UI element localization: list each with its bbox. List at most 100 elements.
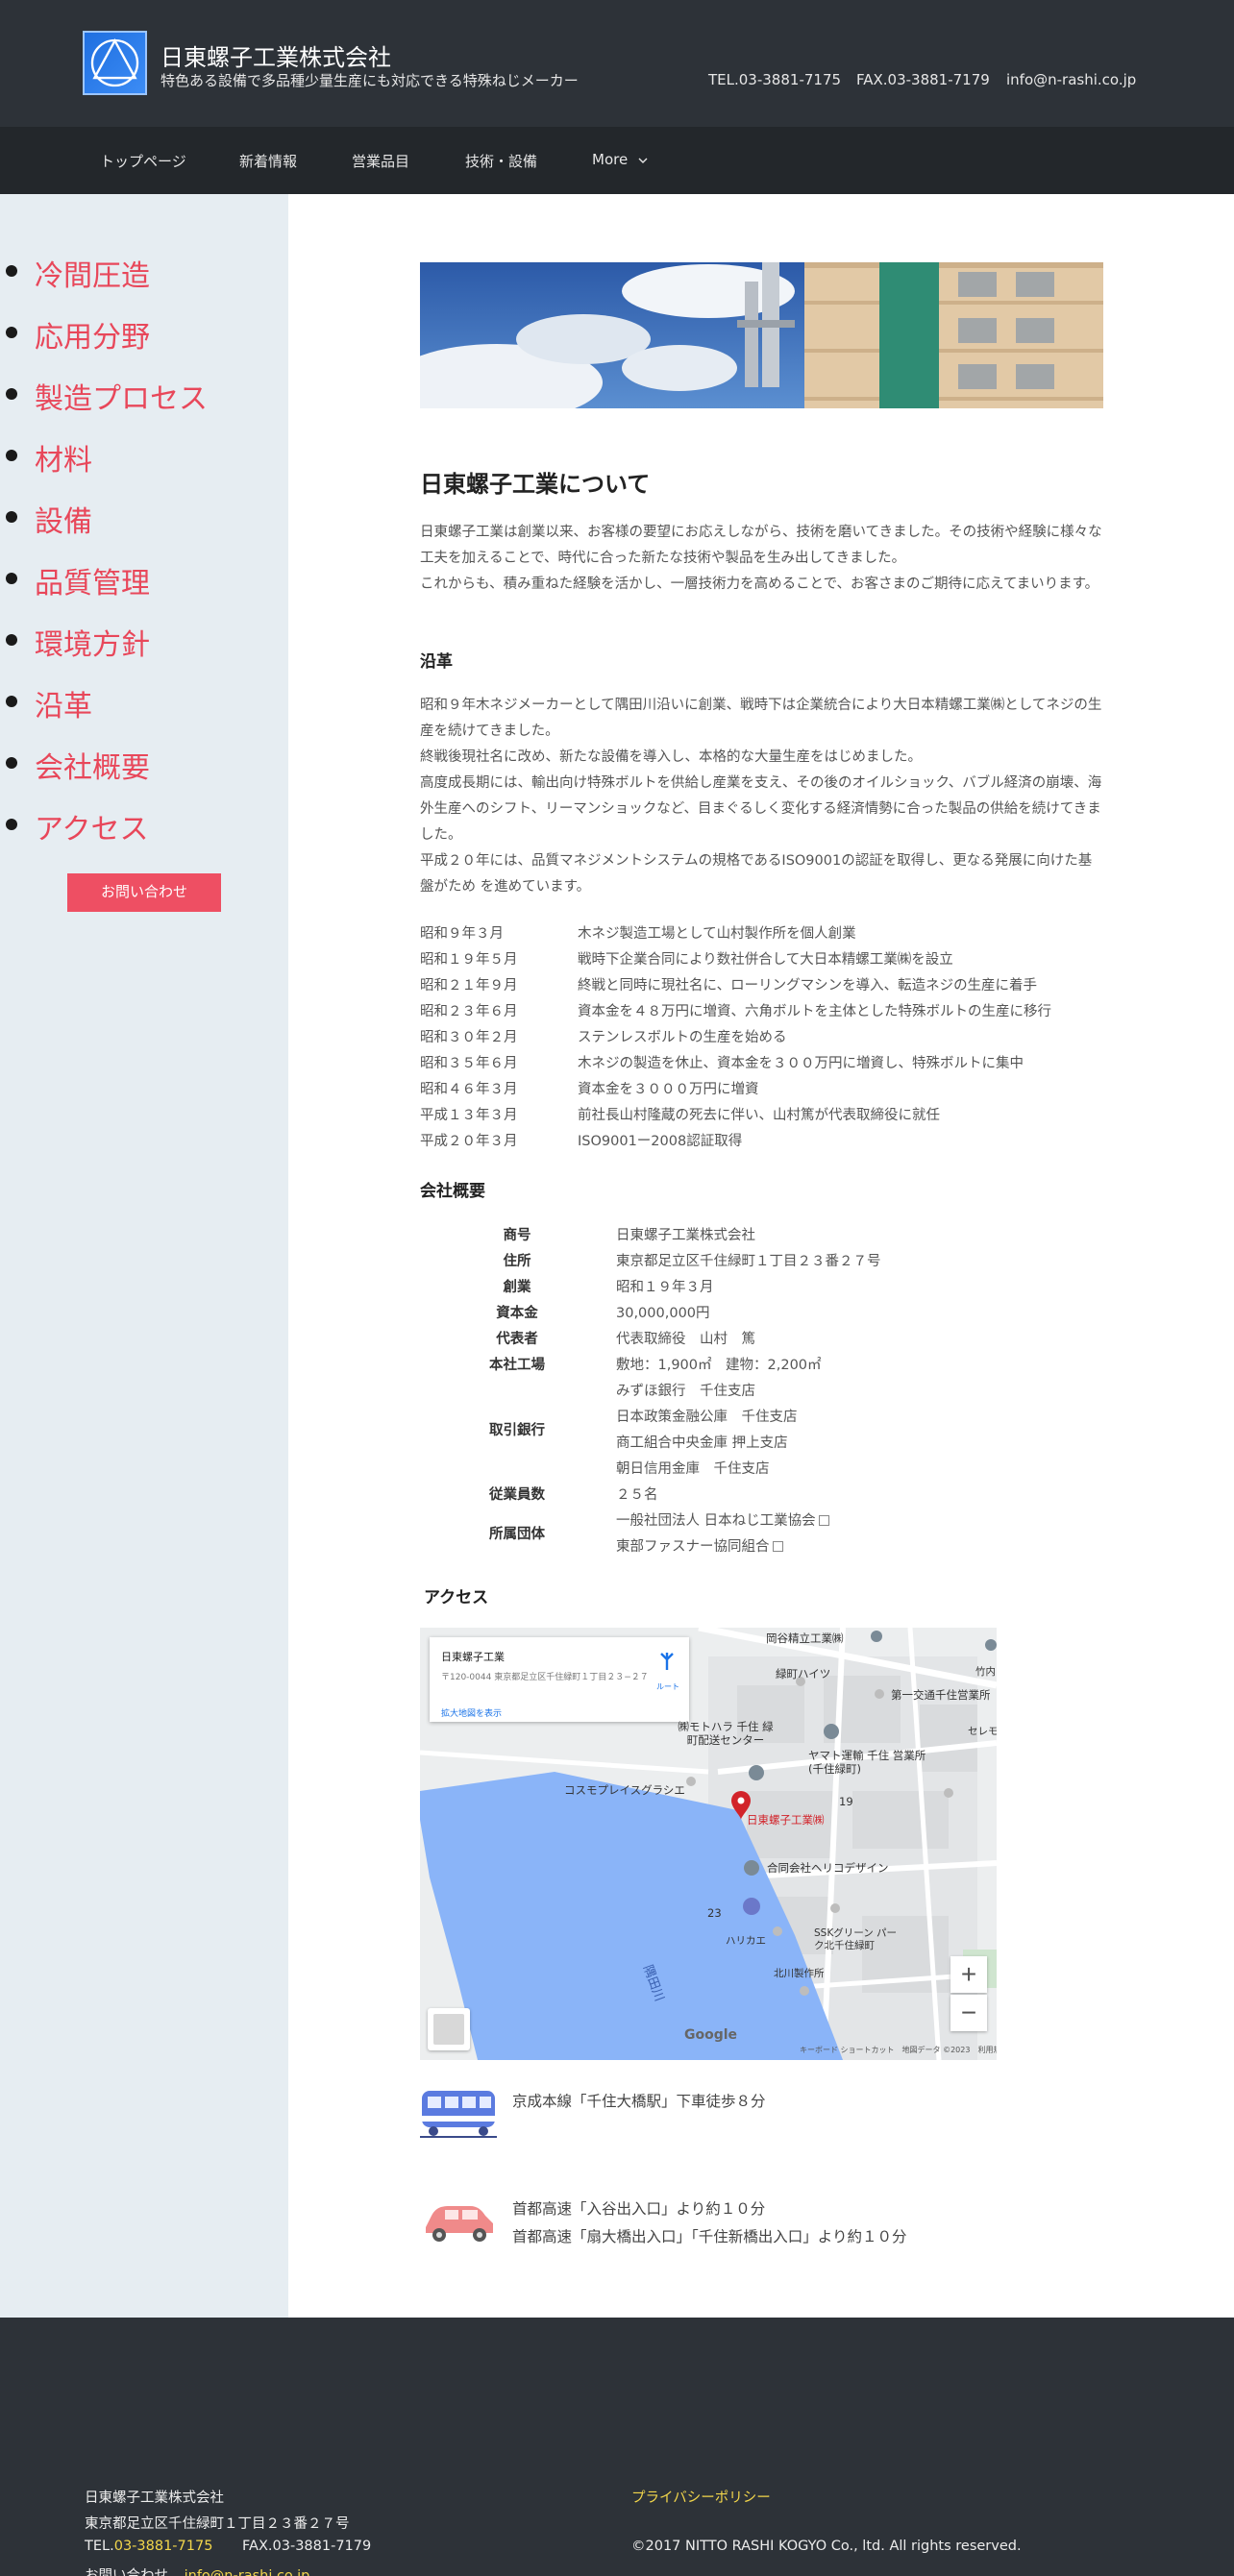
sidebar-item-access[interactable]: アクセス [0,801,279,847]
footer-tel-label: TEL. [85,2539,114,2554]
timeline-date: 昭和９年３月 [420,926,504,942]
map-enlarge-link[interactable]: 拡大地図を表示 [441,1706,502,1719]
nav-more-label: More [592,151,629,168]
sidebar-item-label: 設備 [35,505,92,539]
sidebar-item-label: アクセス [35,813,149,846]
bullet-icon [6,757,17,769]
sidebar: 冷間圧造 応用分野 製造プロセス 材料 設備 品質管理 環境方針 沿革 会社概要… [0,194,288,2318]
overview-value: 日東螺子工業株式会社 [616,1228,755,1243]
footer-contact-label: お問い合わせ [85,2568,168,2576]
about-intro-1: 日東螺子工業は創業以来、お客様の要望にお応えしながら、技術を磨いてきました。その… [420,525,1102,566]
history-heading: 沿革 [420,652,453,672]
footer-privacy-link[interactable]: プライバシーポリシー [631,2487,771,2507]
overview-value: みずほ銀行 千住支店 [616,1384,755,1399]
sidebar-item-applications[interactable]: 応用分野 [0,309,279,356]
overview-link-fastener[interactable]: 東部ファスナー協同組合 [616,1535,783,1556]
footer-copyright: ©2017 NITTO RASHI KOGYO Co., ltd. All ri… [631,2539,1022,2554]
header-email-link[interactable]: info@n-rashi.co.jp [1006,71,1136,88]
sidebar-item-label: 沿革 [35,690,92,724]
overview-key: 住所 [503,1254,531,1269]
history-p2: 終戦後現社名に改め、新たな設備を導入し、本格的な大量生産をはじめました。 [420,749,922,765]
overview-link-jfri[interactable]: 一般社団法人 日本ねじ工業協会 [616,1509,829,1530]
timeline-row: 昭和９年３月 木ネジ製造工場として山村製作所を個人創業 [420,919,1103,945]
timeline-row: 昭和２３年６月 資本金を４８万円に増資、六角ボルトを主体とした特殊ボルトの生産に移… [420,996,1103,1022]
map-attribution[interactable]: キーボード ショートカット 地図データ ©2023 利用規約 地図の誤りを報告す… [800,2045,997,2055]
bullet-icon [6,265,17,277]
overview-value: 商工組合中央金庫 押上支店 [616,1435,788,1451]
map-label: セレモ [968,1726,997,1737]
timeline-text: 資本金を３０００万円に増資 [578,1082,759,1097]
chevron-down-icon [638,158,648,163]
map-label: 竹内 [975,1666,996,1678]
car-access-text-2: 首都高速「扇大橋出入口」「千住新橋出入口」より約１０分 [512,2228,907,2245]
sidebar-item-company[interactable]: 会社概要 [0,740,279,786]
overview-key: 所属団体 [489,1527,545,1542]
footer-company: 日東螺子工業株式会社 [85,2490,224,2506]
timeline-row: 昭和４６年３月 資本金を３０００万円に増資 [420,1074,1103,1100]
overview-heading: 会社概要 [420,1182,485,1201]
overview-key: 資本金 [496,1306,538,1321]
bullet-icon [6,634,17,646]
overview-key: 代表者 [496,1332,538,1347]
train-access-text: 京成本線「千住大橋駅」下車徒歩８分 [512,2093,766,2110]
nav-item-top[interactable]: トップページ [100,151,186,171]
site-header: 日東螺子工業株式会社 特色ある設備で多品種少量生産にも対応できる特殊ねじメーカー… [0,0,1234,127]
nav-item-products[interactable]: 営業品目 [352,151,409,171]
timeline-text: ISO9001ー2008認証取得 [578,1134,743,1149]
map-zoom-in-button[interactable]: + [950,1956,987,1993]
map-label: ㈱モトハラ 千住 緑町配送センター [678,1720,774,1747]
contact-button[interactable]: お問い合わせ [67,873,221,912]
hero-image [420,262,1103,408]
timeline-text: 終戦と同時に現社名に、ローリングマシンを導入、転造ネジの生産に着手 [578,978,1038,994]
bullet-icon [6,327,17,338]
overview-key: 取引銀行 [489,1423,545,1438]
directions-icon[interactable] [656,1651,678,1672]
street-view-button[interactable] [428,2008,470,2050]
sidebar-item-label: 会社概要 [35,751,150,785]
timeline-text: ステンレスボルトの生産を始める [578,1030,787,1045]
overview-value: 日本政策金融公庫 千住支店 [616,1410,798,1425]
sidebar-item-environment[interactable]: 環境方針 [0,617,279,663]
nav-item-more[interactable]: More [592,151,648,168]
timeline-date: 昭和２１年９月 [420,978,518,994]
sidebar-item-process[interactable]: 製造プロセス [0,371,279,417]
sidebar-item-label: 材料 [35,444,92,478]
main-nav: トップページ 新着情報 営業品目 技術・設備 More [0,127,1234,194]
car-access-text-1: 首都高速「入谷出入口」より約１０分 [512,2200,766,2218]
sidebar-item-history[interactable]: 沿革 [0,678,279,724]
timeline-row: 昭和１９年５月 戦時下企業合同により数社併合して大日本精螺工業㈱を設立 [420,945,1103,970]
about-heading: 日東螺子工業について [420,471,651,498]
nav-item-technology[interactable]: 技術・設備 [465,151,537,171]
map-label: ハリカエ [726,1935,766,1947]
map-card-title: 日東螺子工業 [441,1651,505,1663]
company-logo[interactable] [83,31,147,95]
sidebar-item-materials[interactable]: 材料 [0,432,279,478]
overview-value: 朝日信用金庫 千住支店 [616,1461,770,1477]
about-intro-2: これからも、積み重ねた経験を活かし、一層技術力を高めることで、お客さまのご期待に… [420,577,1099,592]
sidebar-item-equipment[interactable]: 設備 [0,494,279,540]
sidebar-item-label: 品質管理 [35,567,150,601]
site-title[interactable]: 日東螺子工業株式会社 [160,38,391,72]
footer-mail-line: お問い合わせ info@n-rashi.co.jp [85,2564,309,2576]
map-label: ヤマト運輸 千住 営業所(千住緑町) [808,1749,926,1776]
timeline-text: 戦時下企業合同により数社併合して大日本精螺工業㈱を設立 [578,952,953,968]
overview-value: 代表取締役 山村 篤 [616,1332,755,1347]
map-info-card: 日東螺子工業 〒120-0044 東京都足立区千住緑町１丁目２３−２７ 拡大地図… [430,1637,689,1722]
sidebar-item-quality[interactable]: 品質管理 [0,555,279,601]
map-label: SSKグリーン パーク北千住緑町 [814,1927,898,1951]
timeline-text: 木ネジの製造を休止、資本金を３００万円に増資し、特殊ボルトに集中 [578,1056,1024,1071]
map-zoom-out-button[interactable]: − [950,1995,987,2031]
overview-value: 一般社団法人 日本ねじ工業協会 [616,1513,816,1529]
footer-contact-line: TEL.03-3881-7175 FAX.03-3881-7179 [85,2539,371,2554]
timeline-date: 昭和３５年６月 [420,1056,518,1071]
footer-tel-link[interactable]: 03-3881-7175 [114,2539,213,2554]
nav-item-news[interactable]: 新着情報 [239,151,297,171]
map-label-company[interactable]: 日東螺子工業㈱ [747,1812,825,1828]
sidebar-item-cold-forging[interactable]: 冷間圧造 [0,248,279,294]
header-fax: FAX.03-3881-7179 [856,71,990,88]
timeline-date: 平成１３年３月 [420,1108,518,1123]
google-map[interactable]: 日東螺子工業 〒120-0044 東京都足立区千住緑町１丁目２３−２７ 拡大地図… [420,1628,997,2060]
footer-email-link[interactable]: info@n-rashi.co.jp [185,2568,310,2576]
directions-label: ルート [656,1682,679,1691]
timeline-date: 昭和２３年６月 [420,1004,518,1019]
